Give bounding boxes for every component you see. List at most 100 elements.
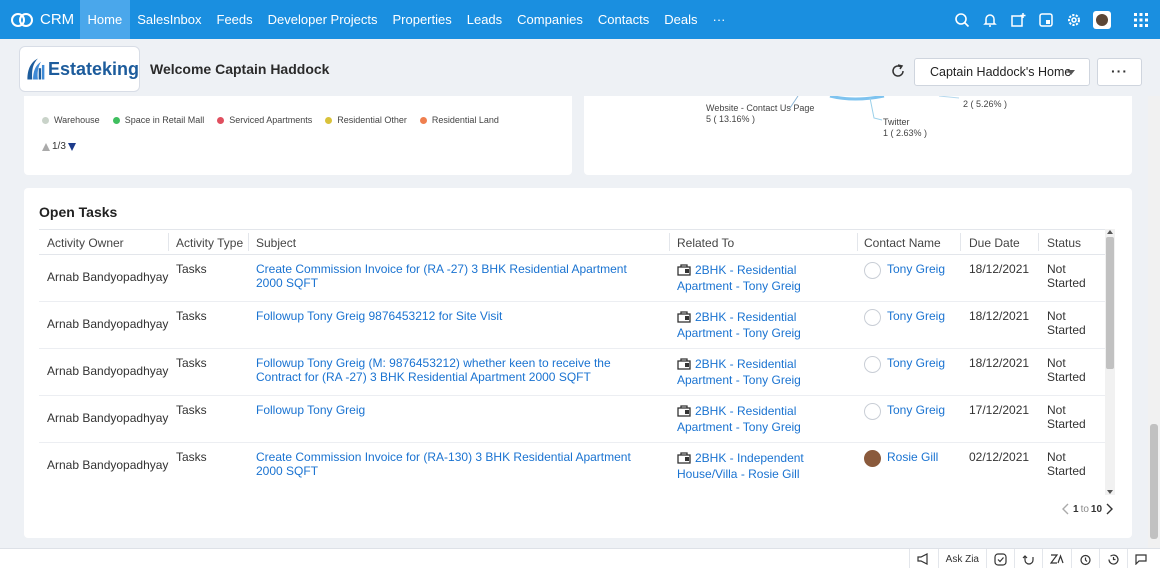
translate-icon[interactable] (1042, 549, 1071, 568)
pie-chart-fragment (789, 96, 960, 121)
legend-item[interactable]: Residential Land (419, 115, 499, 125)
estateking-logo-icon (27, 58, 45, 80)
nav-tab-home[interactable]: Home (80, 0, 130, 39)
legend-dot (217, 116, 225, 124)
refresh-icon[interactable] (890, 63, 906, 79)
cell-related-to-link[interactable]: 2BHK - Residential Apartment - Tony Grei… (677, 403, 849, 435)
cell-contact-link[interactable]: Tony Greig (887, 403, 945, 417)
column-header-contact-name[interactable]: Contact Name (864, 236, 941, 250)
open-tasks-title: Open Tasks (39, 204, 118, 220)
tasks-pager: 1 to 10 (1062, 503, 1114, 515)
contact-avatar-icon (864, 262, 881, 279)
table-row[interactable]: Arnab Bandyopadhyay Tasks Create Commiss… (39, 443, 1105, 490)
header-more-button[interactable]: ··· (1097, 58, 1142, 86)
table-row[interactable]: Arnab Bandyopadhyay Tasks Followup Tony … (39, 302, 1105, 349)
nav-tab-deals[interactable]: Deals (657, 0, 705, 39)
avatar-icon (1093, 10, 1111, 29)
legend-prev-icon[interactable] (42, 142, 50, 151)
history-icon[interactable] (1099, 549, 1127, 568)
cell-status: Not Started (1047, 309, 1086, 337)
ask-zia-button[interactable]: Ask Zia (937, 549, 986, 568)
tasks-scrollbar-thumb[interactable] (1106, 237, 1114, 369)
pie-leader-line (869, 97, 883, 121)
column-divider[interactable] (669, 233, 670, 251)
cell-subject-link[interactable]: Followup Tony Greig (256, 403, 656, 417)
megaphone-icon[interactable] (908, 549, 938, 568)
table-row[interactable]: Arnab Bandyopadhyay Tasks Followup Tony … (39, 396, 1105, 443)
contact-avatar-icon (864, 403, 881, 420)
column-divider[interactable] (857, 233, 858, 251)
cell-due-date: 17/12/2021 (969, 403, 1030, 417)
calendar-icon[interactable] (1032, 0, 1060, 39)
column-divider[interactable] (960, 233, 961, 251)
column-divider[interactable] (168, 233, 169, 251)
gear-icon[interactable] (1060, 0, 1088, 39)
bell-icon[interactable] (976, 0, 1004, 39)
nav-tab-contacts[interactable]: Contacts (590, 0, 656, 39)
nav-tab-salesinbox[interactable]: SalesInbox (130, 0, 209, 39)
user-avatar[interactable] (1088, 0, 1116, 39)
pie-label-twitter: Twitter 1 ( 2.63% ) (883, 117, 927, 139)
column-header-activity-type[interactable]: Activity Type (176, 236, 243, 250)
column-header-due-date[interactable]: Due Date (969, 236, 1020, 250)
cell-subject-link[interactable]: Create Commission Invoice for (RA -27) 3… (256, 262, 656, 290)
nav-right-tools (948, 0, 1160, 39)
cell-owner: Arnab Bandyopadhyay (47, 411, 169, 425)
table-row[interactable]: Arnab Bandyopadhyay Tasks Followup Tony … (39, 349, 1105, 396)
nav-tab-feeds[interactable]: Feeds (209, 0, 260, 39)
legend-item[interactable]: Residential Other (325, 115, 407, 125)
cell-contact-link[interactable]: Tony Greig (887, 262, 945, 276)
table-row[interactable]: Arnab Bandyopadhyay Tasks Create Commiss… (39, 255, 1105, 302)
cell-contact-link[interactable]: Tony Greig (887, 309, 945, 323)
add-record-icon[interactable] (1004, 0, 1032, 39)
cell-contact-link[interactable]: Rosie Gill (887, 450, 938, 464)
column-divider[interactable] (248, 233, 249, 251)
cell-activity-type: Tasks (176, 356, 207, 370)
page-scrollbar-thumb[interactable] (1150, 424, 1158, 539)
chat-icon[interactable] (1127, 549, 1154, 568)
legend-item[interactable]: Serviced Apartments (217, 115, 312, 125)
chart-legend: Warehouse Space in Retail Mall Serviced … (42, 115, 512, 125)
alarm-clock-icon[interactable] (1071, 549, 1099, 568)
nav-tab-leads[interactable]: Leads (459, 0, 509, 39)
chevron-right-icon[interactable] (1105, 503, 1114, 515)
pager-to-word: to (1080, 503, 1089, 515)
legend-item[interactable]: Warehouse (42, 115, 100, 125)
nav-tab-companies[interactable]: Companies (510, 0, 591, 39)
legend-dot (325, 116, 333, 124)
cell-subject-link[interactable]: Followup Tony Greig 9876453212 for Site … (256, 309, 656, 323)
home-view-select[interactable]: Captain Haddock's Home (914, 58, 1090, 86)
column-divider[interactable] (1038, 233, 1039, 251)
undo-icon[interactable] (1014, 549, 1042, 568)
page-scrollbar[interactable] (1148, 96, 1160, 548)
nav-tab-properties[interactable]: Properties (385, 0, 459, 39)
contact-avatar-icon (864, 356, 881, 373)
column-header-status[interactable]: Status (1047, 236, 1081, 250)
legend-item[interactable]: Space in Retail Mall (112, 115, 205, 125)
scroll-up-icon[interactable] (1107, 230, 1113, 234)
nav-tab-developer-projects[interactable]: Developer Projects (260, 0, 385, 39)
search-icon[interactable] (948, 0, 976, 39)
cell-related-to-link[interactable]: 2BHK - Independent House/Villa - Rosie G… (677, 450, 849, 482)
column-header-activity-owner[interactable]: Activity Owner (47, 236, 124, 250)
tasks-table-header: Activity Owner Activity Type Subject Rel… (39, 229, 1105, 255)
cell-related-to-link[interactable]: 2BHK - Residential Apartment - Tony Grei… (677, 356, 849, 388)
cell-subject-link[interactable]: Create Commission Invoice for (RA-130) 3… (256, 450, 656, 478)
column-header-related-to[interactable]: Related To (677, 236, 734, 250)
legend-label: Warehouse (54, 115, 100, 125)
legend-label: Space in Retail Mall (124, 115, 205, 125)
legend-pager: 1/3 (42, 141, 76, 152)
legend-next-icon[interactable] (67, 142, 76, 151)
nav-more-button[interactable]: ··· (705, 0, 733, 39)
cell-subject-link[interactable]: Followup Tony Greig (M: 9876453212) whet… (256, 356, 656, 384)
tasks-scrollbar[interactable] (1105, 229, 1115, 495)
apps-grid-icon[interactable] (1122, 0, 1160, 39)
checklist-icon[interactable] (986, 549, 1014, 568)
crm-brand[interactable]: CRM (0, 0, 80, 39)
chevron-left-icon[interactable] (1062, 503, 1070, 515)
column-header-subject[interactable]: Subject (256, 236, 296, 250)
cell-related-to-link[interactable]: 2BHK - Residential Apartment - Tony Grei… (677, 309, 849, 341)
cell-contact-link[interactable]: Tony Greig (887, 356, 945, 370)
cell-related-to-link[interactable]: 2BHK - Residential Apartment - Tony Grei… (677, 262, 849, 294)
scroll-down-icon[interactable] (1107, 490, 1113, 494)
